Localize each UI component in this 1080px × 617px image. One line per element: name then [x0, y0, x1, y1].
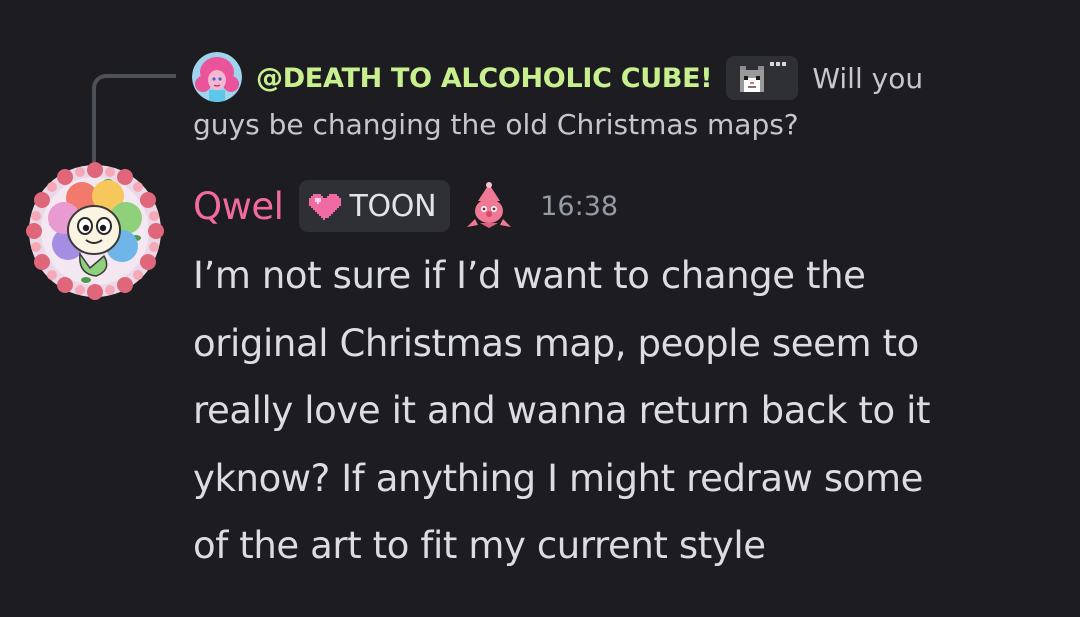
- chat-message: @DEATH TO ALCOHOLIC CUBE! Will you guys …: [0, 0, 1080, 617]
- message-header: Qwel TOON 16:38: [193, 178, 618, 234]
- guild-tag-badge[interactable]: TOON: [299, 180, 451, 232]
- message-line: yknow? If anything I might redraw some: [193, 456, 924, 500]
- pixel-cat-icon: [740, 62, 787, 92]
- reply-preview[interactable]: @DEATH TO ALCOHOLIC CUBE! Will you: [256, 56, 923, 100]
- user-avatar[interactable]: [24, 160, 166, 302]
- message-line: original Christmas map, people seem to: [193, 321, 919, 365]
- reply-connector-line: [92, 74, 176, 162]
- username[interactable]: Qwel: [193, 185, 284, 228]
- reply-text-continued: guys be changing the old Christmas maps?: [193, 108, 799, 141]
- reply-author-avatar[interactable]: [192, 52, 242, 102]
- party-hat-character-icon: [467, 182, 512, 228]
- reply-text: Will you: [812, 61, 924, 95]
- guild-tag-label: TOON: [349, 188, 437, 224]
- pink-heart-icon: [309, 194, 342, 220]
- message-line: I’m not sure if I’d want to change the: [193, 254, 866, 297]
- message-line: of the art to fit my current style: [193, 524, 766, 567]
- reply-author-badge: [726, 56, 799, 100]
- message-line: really love it and wanna return back to …: [193, 389, 931, 432]
- timestamp: 16:38: [540, 190, 619, 222]
- message-content: I’m not sure if I’d want to change the o…: [193, 242, 1063, 580]
- reply-author-name[interactable]: @DEATH TO ALCOHOLIC CUBE!: [256, 63, 713, 94]
